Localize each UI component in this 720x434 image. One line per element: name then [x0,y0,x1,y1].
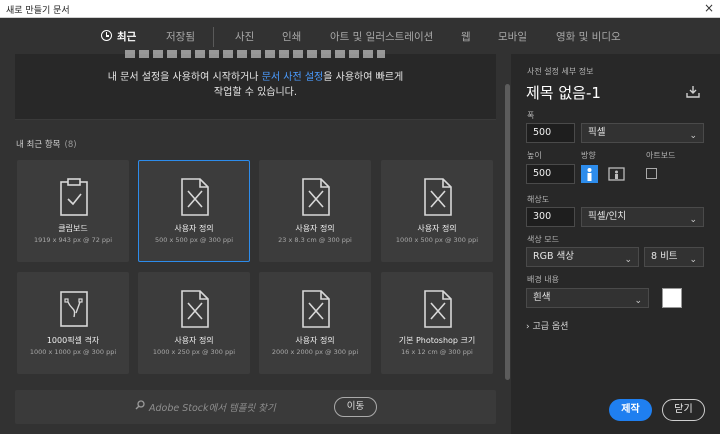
card-name: 기본 Photoshop 크기 [398,336,476,345]
tab-art-illustration[interactable]: 아트 및 일러스트레이션 [330,29,433,44]
card-meta: 1919 x 943 px @ 72 ppi [34,236,112,244]
recent-card-custom-selected[interactable]: 사용자 정의 500 x 500 px @ 300 ppi [138,160,250,262]
tab-print[interactable]: 인쇄 [282,29,301,44]
background-label: 배경 내용 [527,275,559,284]
close-button[interactable]: 닫기 [662,399,705,421]
card-meta: 2000 x 2000 px @ 300 ppi [271,348,359,356]
color-mode-label: 색상 모드 [527,235,559,244]
document-custom-icon [424,290,452,328]
search-icon [135,400,145,410]
clipboard-icon [60,178,88,216]
width-unit-select[interactable]: 픽셀 ⌄ [581,123,704,143]
stock-search-bar: Adobe Stock에서 템플릿 찾기 이동 [15,390,496,424]
tab-saved[interactable]: 저장됨 [166,29,195,44]
document-custom-icon [181,178,209,216]
stock-search-input[interactable]: Adobe Stock에서 템플릿 찾기 [149,400,276,414]
chevron-right-icon: › [526,322,530,332]
card-name: 1000픽셀 격자 [46,336,100,345]
card-meta: 23 x 8.3 cm @ 300 ppi [278,236,352,244]
bit-depth-select[interactable]: 8 비트 ⌄ [644,247,704,267]
window-close-button[interactable]: × [704,1,714,15]
portrait-orientation-button[interactable] [581,165,598,183]
chevron-down-icon: ⌄ [634,296,642,306]
chevron-down-icon: ⌄ [689,131,697,141]
recent-card-grid[interactable]: 1000픽셀 격자 1000 x 1000 px @ 300 ppi [17,272,129,374]
window-title: 새로 만들기 문서 [6,6,70,16]
card-meta: 16 x 12 cm @ 300 ppi [401,348,473,356]
height-label: 높이 [527,151,542,160]
banner-text-line1: 내 문서 설정을 사용하여 시작하거나 문서 사전 설정을 사용하여 빠르게 [107,72,404,83]
clock-icon [101,30,112,41]
document-custom-icon [302,290,330,328]
card-meta: 1000 x 500 px @ 300 ppi [395,236,479,244]
document-custom-icon [302,178,330,216]
document-presets-link[interactable]: 문서 사전 설정 [262,72,324,83]
recent-items-heading: 내 최근 항목 (8) [16,140,77,150]
tab-recent[interactable]: 최근 [101,29,136,44]
card-name: 사용자 정의 [174,224,214,233]
card-meta: 1000 x 1000 px @ 300 ppi [29,348,117,356]
height-input[interactable]: 500 [526,164,575,184]
document-custom-icon [181,290,209,328]
recent-card-clipboard[interactable]: 클립보드 1919 x 943 px @ 72 ppi [17,160,129,262]
document-custom-icon [424,178,452,216]
recent-card-custom[interactable]: 사용자 정의 2000 x 2000 px @ 300 ppi [259,272,371,374]
width-label: 폭 [527,111,535,120]
advanced-options-toggle[interactable]: › 고급 옵션 [526,319,568,332]
background-select[interactable]: 흰색 ⌄ [526,288,649,308]
tab-photo[interactable]: 사진 [235,29,254,44]
chevron-down-icon: ⌄ [624,255,632,265]
title-bar: 새로 만들기 문서 × [0,0,720,18]
preset-details-panel: 사전 설정 세부 정보 제목 없음-1 폭 500 픽셀 ⌄ 높이 방향 아트보드… [511,54,720,434]
card-meta: 500 x 500 px @ 300 ppi [155,236,233,244]
background-color-swatch[interactable] [662,288,682,308]
tab-mobile[interactable]: 모바일 [498,29,527,44]
chevron-down-icon: ⌄ [689,255,697,265]
orientation-label: 방향 [581,151,596,160]
tab-divider [213,27,214,47]
resolution-unit-select[interactable]: 픽셀/인치 ⌄ [581,207,704,227]
intro-banner: 내 문서 설정을 사용하여 시작하거나 문서 사전 설정을 사용하여 빠르게 작… [15,50,496,120]
card-name: 클립보드 [58,224,88,233]
recent-card-custom[interactable]: 사용자 정의 1000 x 500 px @ 300 ppi [381,160,493,262]
document-name-field[interactable]: 제목 없음-1 [526,82,601,103]
recent-card-custom[interactable]: 사용자 정의 23 x 8.3 cm @ 300 ppi [259,160,371,262]
resolution-input[interactable]: 300 [526,207,575,227]
save-preset-icon[interactable] [686,85,700,99]
landscape-orientation-button[interactable] [608,165,625,183]
tab-film-video[interactable]: 영화 및 비디오 [556,29,621,44]
create-button[interactable]: 제작 [609,399,652,421]
card-name: 사용자 정의 [417,224,457,233]
banner-cropped-heading [125,50,385,58]
landscape-icon [608,167,625,181]
recent-card-default-photoshop[interactable]: 기본 Photoshop 크기 16 x 12 cm @ 300 ppi [381,272,493,374]
card-name: 사용자 정의 [174,336,214,345]
card-meta: 1000 x 250 px @ 300 ppi [152,348,236,356]
width-input[interactable]: 500 [526,123,575,143]
portrait-icon [587,168,592,181]
card-name: 사용자 정의 [295,336,335,345]
category-tabs: 최근 저장됨 사진 인쇄 아트 및 일러스트레이션 웹 모바일 영화 및 비디오 [0,18,720,54]
artboard-label: 아트보드 [646,151,676,160]
go-button[interactable]: 이동 [334,397,377,417]
scrollbar-thumb[interactable] [505,84,510,380]
resolution-label: 해상도 [527,195,550,204]
card-name: 사용자 정의 [295,224,335,233]
grid-document-icon [60,291,88,327]
artboard-checkbox[interactable] [646,168,657,179]
recent-card-custom[interactable]: 사용자 정의 1000 x 250 px @ 300 ppi [138,272,250,374]
banner-text-line2: 작업할 수 있습니다. [213,87,298,98]
recent-documents-area: 내 문서 설정을 사용하여 시작하거나 문서 사전 설정을 사용하여 빠르게 작… [0,50,511,434]
tab-web[interactable]: 웹 [461,29,471,44]
preset-details-heading: 사전 설정 세부 정보 [527,67,594,76]
color-mode-select[interactable]: RGB 색상 ⌄ [526,247,639,267]
chevron-down-icon: ⌄ [689,215,697,225]
